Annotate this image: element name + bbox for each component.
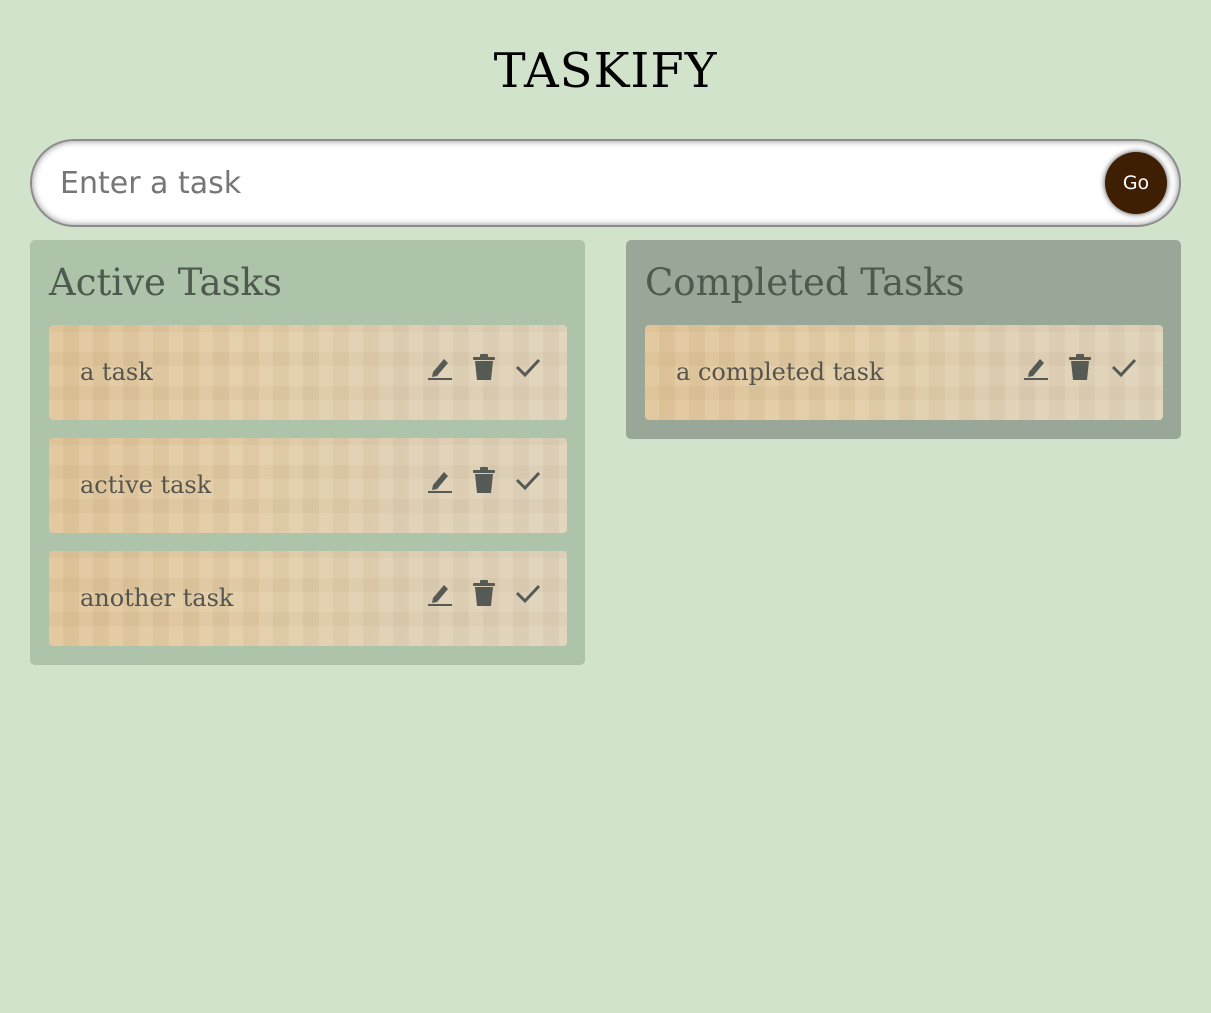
task-text: a completed task (676, 358, 884, 386)
active-tasks-panel: Active Tasks a task active task another … (30, 240, 585, 665)
complete-icon[interactable] (1111, 353, 1137, 381)
task-actions (427, 465, 541, 495)
complete-icon[interactable] (515, 466, 541, 494)
active-tasks-title: Active Tasks (49, 261, 282, 304)
completed-tasks-panel: Completed Tasks a completed task (626, 240, 1181, 439)
edit-icon[interactable] (427, 353, 453, 381)
task-form: Go (30, 139, 1181, 227)
task-actions (427, 352, 541, 382)
delete-icon[interactable] (471, 579, 497, 607)
task-text: another task (80, 584, 234, 612)
task-actions (1023, 352, 1137, 382)
go-button[interactable]: Go (1105, 152, 1167, 214)
delete-icon[interactable] (471, 353, 497, 381)
task-input[interactable] (60, 141, 1090, 225)
task-card[interactable]: active task (49, 438, 567, 533)
complete-icon[interactable] (515, 353, 541, 381)
active-task-list: a task active task another task (49, 325, 567, 646)
completed-task-list: a completed task (645, 325, 1163, 420)
task-actions (427, 578, 541, 608)
task-card[interactable]: another task (49, 551, 567, 646)
task-text: a task (80, 358, 153, 386)
completed-tasks-title: Completed Tasks (645, 261, 965, 304)
edit-icon[interactable] (1023, 353, 1049, 381)
edit-icon[interactable] (427, 579, 453, 607)
task-text: active task (80, 471, 212, 499)
app-title: TASKIFY (493, 43, 718, 99)
task-card[interactable]: a task (49, 325, 567, 420)
complete-icon[interactable] (515, 579, 541, 607)
edit-icon[interactable] (427, 466, 453, 494)
delete-icon[interactable] (1067, 353, 1093, 381)
taskify-app: TASKIFY Go Active Tasks a task (0, 0, 1211, 1013)
delete-icon[interactable] (471, 466, 497, 494)
task-card[interactable]: a completed task (645, 325, 1163, 420)
